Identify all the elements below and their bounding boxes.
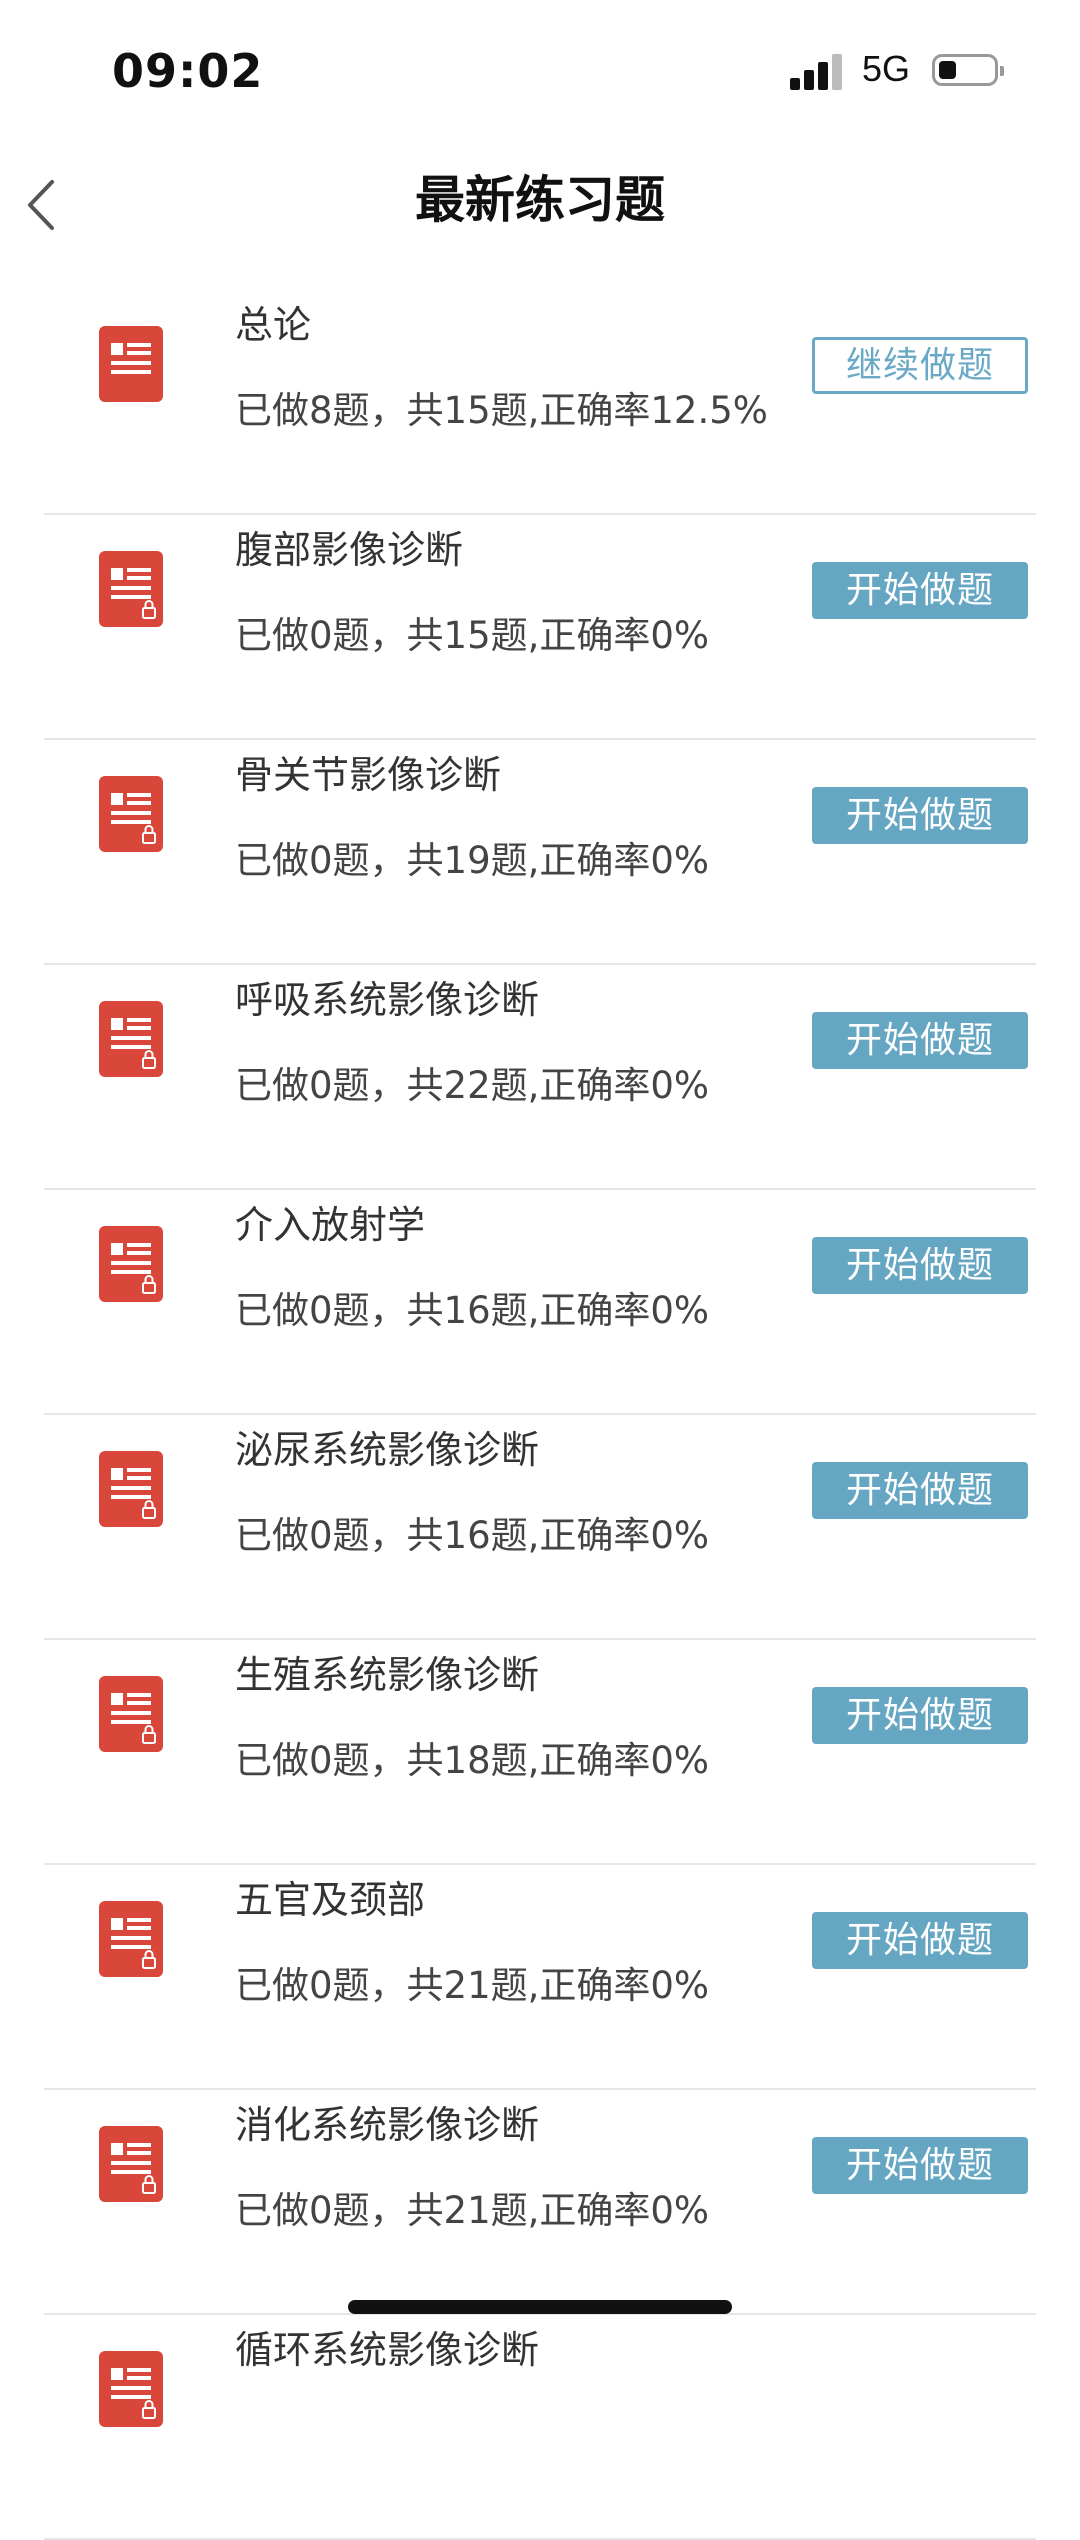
locked-document-icon [99,551,163,627]
locked-document-icon [99,1226,163,1302]
locked-document-icon [99,1001,163,1077]
item-stats: 已做8题，共15题,正确率12.5% [235,389,768,432]
list-item[interactable]: 总论已做8题，共15题,正确率12.5% 继续做题 [0,290,1080,515]
locked-document-icon [99,1676,163,1752]
item-title: 介入放射学 [235,1203,426,1247]
locked-document-icon [99,2126,163,2202]
list-item[interactable]: 呼吸系统影像诊断已做0题，共22题,正确率0% 开始做题 [0,965,1080,1190]
network-label: 5G [862,48,911,89]
status-time: 09:02 [112,44,264,98]
list-item[interactable]: 循环系统影像诊断 [0,2315,1080,2540]
start-practice-button[interactable]: 开始做题 [812,787,1028,844]
list-item[interactable]: 五官及颈部已做0题，共21题,正确率0% 开始做题 [0,1865,1080,2090]
home-indicator[interactable] [348,2300,732,2314]
list-item[interactable]: 腹部影像诊断已做0题，共15题,正确率0% 开始做题 [0,515,1080,740]
item-stats: 已做0题，共18题,正确率0% [235,1739,710,1782]
start-practice-button[interactable]: 开始做题 [812,1687,1028,1744]
exercise-list: 总论已做8题，共15题,正确率12.5% 继续做题 腹部影像诊断已做0题，共15题… [0,290,1080,2540]
list-item[interactable]: 生殖系统影像诊断已做0题，共18题,正确率0% 开始做题 [0,1640,1080,1865]
start-practice-button[interactable]: 开始做题 [812,1912,1028,1969]
locked-document-icon [99,2351,163,2427]
locked-document-icon [99,776,163,852]
nav-bar: 最新练习题 [0,140,1080,260]
item-title: 呼吸系统影像诊断 [235,978,540,1022]
item-stats: 已做0题，共15题,正确率0% [235,614,710,657]
item-stats: 已做0题，共19题,正确率0% [235,839,710,882]
item-title: 循环系统影像诊断 [235,2328,540,2372]
item-stats: 已做0题，共16题,正确率0% [235,1289,710,1332]
item-stats: 已做0题，共21题,正确率0% [235,2189,710,2232]
item-stats: 已做0题，共21题,正确率0% [235,1964,710,2007]
document-icon [99,326,163,402]
item-title: 总论 [235,303,312,347]
start-practice-button[interactable]: 开始做题 [812,562,1028,619]
start-practice-button[interactable]: 开始做题 [812,1462,1028,1519]
start-practice-button[interactable]: 开始做题 [812,2137,1028,2194]
signal-icon [790,54,846,90]
item-title: 消化系统影像诊断 [235,2103,540,2147]
item-stats: 已做0题，共16题,正确率0% [235,1514,710,1557]
list-item[interactable]: 泌尿系统影像诊断已做0题，共16题,正确率0% 开始做题 [0,1415,1080,1640]
page-title: 最新练习题 [415,171,665,229]
status-bar: 09:02 5G [0,0,1080,140]
continue-practice-button[interactable]: 继续做题 [812,337,1028,394]
item-title: 泌尿系统影像诊断 [235,1428,540,1472]
item-title: 生殖系统影像诊断 [235,1653,540,1697]
list-item[interactable]: 消化系统影像诊断已做0题，共21题,正确率0% 开始做题 [0,2090,1080,2315]
start-practice-button[interactable]: 开始做题 [812,1237,1028,1294]
battery-icon [932,54,1004,86]
start-practice-button[interactable]: 开始做题 [812,1012,1028,1069]
item-stats: 已做0题，共22题,正确率0% [235,1064,710,1107]
item-title: 腹部影像诊断 [235,528,464,572]
item-title: 五官及颈部 [235,1878,426,1922]
locked-document-icon [99,1451,163,1527]
list-item[interactable]: 骨关节影像诊断已做0题，共19题,正确率0% 开始做题 [0,740,1080,965]
list-item[interactable]: 介入放射学已做0题，共16题,正确率0% 开始做题 [0,1190,1080,1415]
locked-document-icon [99,1901,163,1977]
item-title: 骨关节影像诊断 [235,753,502,797]
